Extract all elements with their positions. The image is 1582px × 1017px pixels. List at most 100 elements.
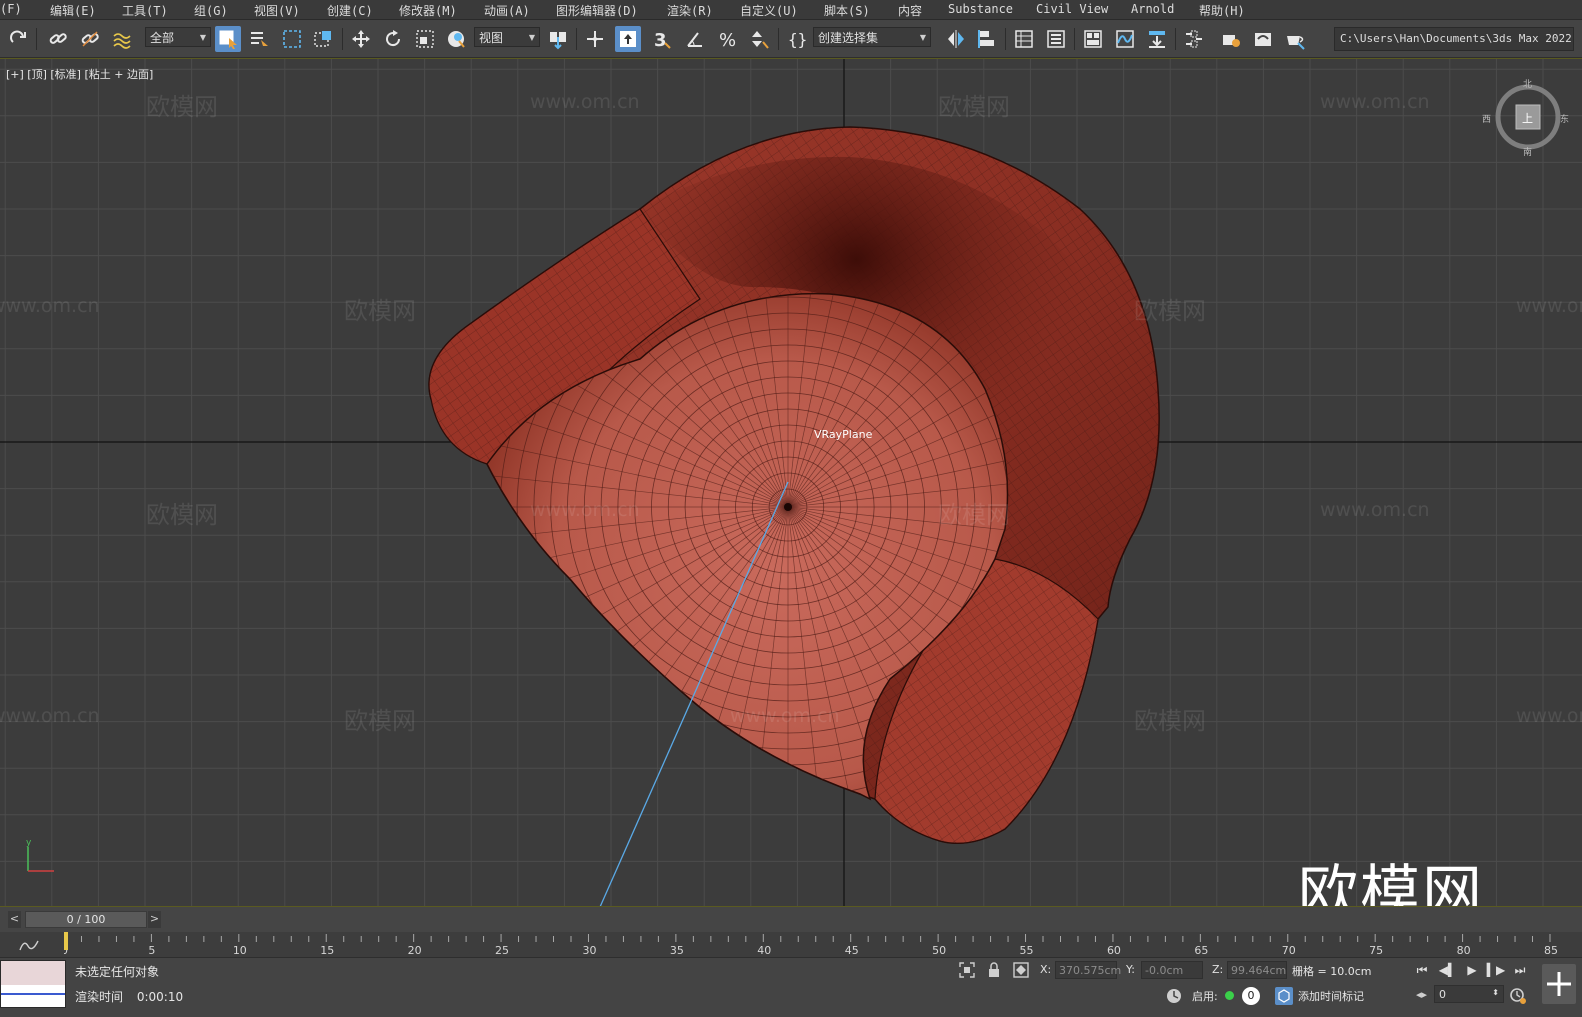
y-coord-field[interactable]: -0.0cm bbox=[1141, 961, 1203, 979]
menu-edit[interactable]: 编辑(E) bbox=[50, 2, 96, 19]
ruler-tick-label: 25 bbox=[495, 944, 509, 957]
track-bar[interactable]: 0 5 10 15 20 25 30 35 40 45 50 55 60 65 70 75 80 85 bbox=[0, 932, 1582, 958]
enable-count[interactable]: 0 bbox=[1242, 987, 1260, 1005]
snaps-toggle-icon[interactable]: 3 bbox=[648, 26, 674, 52]
menu-graph-editors[interactable]: 图形编辑器(D) bbox=[556, 2, 638, 19]
menu-bar: (F) 编辑(E) 工具(T) 组(G) 视图(V) 创建(C) 修改器(M) … bbox=[0, 0, 1582, 20]
ruler-tick-label: 30 bbox=[582, 944, 596, 957]
scale-icon[interactable] bbox=[412, 26, 438, 52]
project-path-field[interactable]: C:\Users\Han\Documents\3ds Max 2022 bbox=[1334, 27, 1574, 51]
viewport-top[interactable]: y [+] [顶] [标准] [粘土 + 边面] 欧模网 www.om.cn 欧… bbox=[0, 58, 1582, 906]
viewcube-south[interactable]: 南 bbox=[1523, 145, 1532, 158]
menu-substance[interactable]: Substance bbox=[948, 2, 1013, 16]
percent-snap-icon[interactable]: % bbox=[714, 26, 740, 52]
placement-icon[interactable] bbox=[443, 26, 469, 52]
viewcube-north[interactable]: 北 bbox=[1523, 77, 1532, 90]
current-frame-field[interactable]: 0 ⬍ bbox=[1434, 985, 1504, 1003]
redo-icon[interactable] bbox=[6, 26, 32, 52]
viewport-label[interactable]: [+] [顶] [标准] [粘土 + 边面] bbox=[6, 66, 153, 82]
x-coord-field[interactable]: 370.575cm bbox=[1055, 961, 1121, 979]
chevron-down-icon: ▼ bbox=[528, 32, 535, 42]
keyboard-shortcut-override-icon[interactable] bbox=[615, 26, 641, 52]
render-time-label: 渲染时间 bbox=[75, 990, 124, 1004]
render-time: 渲染时间 0:00:10 bbox=[75, 988, 183, 1005]
render-frame-window-icon[interactable] bbox=[1250, 26, 1276, 52]
scene-explorer-icon[interactable] bbox=[1011, 26, 1037, 52]
menu-help[interactable]: 帮助(H) bbox=[1199, 2, 1245, 19]
move-icon[interactable] bbox=[348, 26, 374, 52]
menu-modifiers[interactable]: 修改器(M) bbox=[399, 2, 457, 19]
frame-spinner-icon[interactable]: ◂▸ bbox=[1416, 988, 1427, 1001]
align-icon[interactable] bbox=[974, 26, 1000, 52]
select-manipulate-icon[interactable] bbox=[582, 26, 608, 52]
material-editor-icon[interactable] bbox=[1181, 26, 1207, 52]
status-dot bbox=[1225, 991, 1234, 1000]
menu-content[interactable]: 内容 bbox=[898, 2, 922, 19]
menu-group[interactable]: 组(G) bbox=[194, 2, 228, 19]
y-coord-label: Y: bbox=[1126, 963, 1135, 976]
viewcube-east[interactable]: 东 bbox=[1560, 112, 1569, 125]
previous-frame-icon[interactable]: ◀▍ bbox=[1438, 961, 1458, 979]
select-object-icon[interactable] bbox=[215, 26, 241, 52]
time-prev-button[interactable]: < bbox=[8, 911, 21, 928]
schematic-view-icon[interactable] bbox=[1144, 26, 1170, 52]
pivot-center-icon[interactable] bbox=[545, 26, 571, 52]
menu-arnold[interactable]: Arnold bbox=[1131, 2, 1174, 16]
next-frame-icon[interactable]: ▍▶ bbox=[1486, 961, 1506, 979]
maxscript-mini-listener[interactable] bbox=[0, 960, 66, 1008]
viewport-nav-maximize-icon[interactable] bbox=[1542, 964, 1576, 1004]
rotate-icon[interactable] bbox=[380, 26, 406, 52]
selection-filter-dropdown[interactable]: 全部 ▼ bbox=[145, 27, 211, 47]
link-icon[interactable] bbox=[45, 26, 71, 52]
object-label-vrayplane: VRayPlane bbox=[814, 428, 873, 441]
time-slider-thumb[interactable]: 0 / 100 bbox=[25, 911, 147, 928]
isolate-selection-icon[interactable] bbox=[958, 961, 976, 979]
status-bar: 未选定任何对象 渲染时间 0:00:10 X: 370.575cm Y: -0.… bbox=[0, 958, 1582, 1017]
layer-explorer-icon[interactable] bbox=[1043, 26, 1069, 52]
goto-start-icon[interactable]: ⏮ bbox=[1412, 961, 1432, 979]
viewcube-west[interactable]: 西 bbox=[1482, 112, 1491, 125]
menu-animation[interactable]: 动画(A) bbox=[484, 2, 530, 19]
add-time-tag[interactable]: 添加时间标记 bbox=[1298, 988, 1364, 1004]
unlink-icon[interactable] bbox=[77, 26, 103, 52]
viewcube[interactable]: 北 南 西 东 上 bbox=[1482, 77, 1569, 158]
menu-tools[interactable]: 工具(T) bbox=[122, 2, 168, 19]
track-ruler: 0 5 10 15 20 25 30 35 40 45 50 55 60 65 70 75 80 85 bbox=[64, 932, 1558, 957]
render-setup-icon[interactable] bbox=[1218, 26, 1244, 52]
reference-coord-dropdown[interactable]: 视图 ▼ bbox=[474, 27, 540, 47]
spinner-arrows-icon[interactable]: ⬍ bbox=[1492, 988, 1499, 997]
time-tag-icon[interactable] bbox=[1275, 987, 1293, 1005]
rectangle-selection-icon[interactable] bbox=[279, 26, 305, 52]
menu-file[interactable]: (F) bbox=[0, 2, 22, 16]
adaptive-degradation-icon[interactable] bbox=[1166, 988, 1182, 1004]
window-crossing-icon[interactable] bbox=[310, 26, 336, 52]
named-selection-dropdown[interactable]: 创建选择集 ▼ bbox=[813, 27, 931, 47]
curve-editor-mini-icon[interactable] bbox=[18, 937, 40, 953]
goto-end-icon[interactable]: ⏭ bbox=[1510, 961, 1530, 979]
select-by-name-icon[interactable] bbox=[246, 26, 272, 52]
time-next-button[interactable]: > bbox=[148, 911, 161, 928]
curve-editor-icon[interactable] bbox=[1112, 26, 1138, 52]
selection-lock-icon[interactable] bbox=[986, 961, 1002, 979]
absolute-mode-icon[interactable] bbox=[1012, 961, 1030, 979]
menu-view[interactable]: 视图(V) bbox=[254, 2, 300, 19]
chevron-down-icon: ▼ bbox=[199, 32, 206, 42]
ribbon-toggle-icon[interactable] bbox=[1080, 26, 1106, 52]
mirror-icon[interactable] bbox=[943, 26, 969, 52]
angle-snap-icon[interactable] bbox=[682, 26, 708, 52]
ruler-tick-label: 20 bbox=[408, 944, 422, 957]
play-icon[interactable]: ▶ bbox=[1462, 961, 1482, 979]
viewcube-face-top[interactable]: 上 bbox=[1522, 110, 1533, 126]
bind-space-warp-icon[interactable] bbox=[109, 26, 135, 52]
menu-create[interactable]: 创建(C) bbox=[327, 2, 373, 19]
render-production-icon[interactable] bbox=[1282, 26, 1308, 52]
menu-scripting[interactable]: 脚本(S) bbox=[824, 2, 870, 19]
edit-named-selection-icon[interactable]: {} bbox=[784, 26, 810, 52]
menu-civil-view[interactable]: Civil View bbox=[1036, 2, 1108, 16]
z-coord-field[interactable]: 99.464cm bbox=[1227, 961, 1287, 979]
menu-rendering[interactable]: 渲染(R) bbox=[667, 2, 713, 19]
project-path-text: C:\Users\Han\Documents\3ds Max 2022 bbox=[1340, 32, 1572, 45]
menu-customize[interactable]: 自定义(U) bbox=[740, 2, 798, 19]
spinner-snap-icon[interactable] bbox=[746, 26, 772, 52]
time-config-icon[interactable] bbox=[1508, 986, 1528, 1006]
